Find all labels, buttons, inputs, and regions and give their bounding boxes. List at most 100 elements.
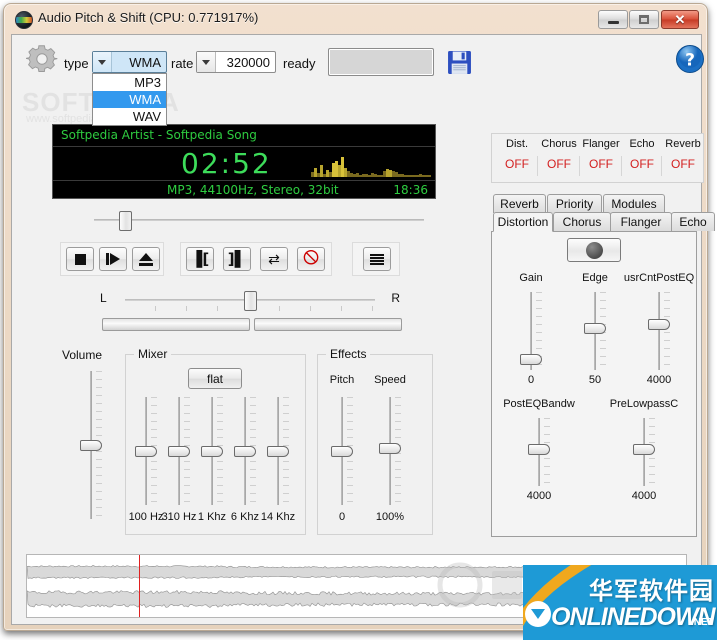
type-dropdown-list[interactable]: MP3 WMA WAV bbox=[92, 73, 167, 126]
mixer-slider-4[interactable] bbox=[266, 397, 290, 505]
mixer-slider-0-thumb[interactable] bbox=[135, 446, 157, 457]
mixer-band-label-4: 14 Khz bbox=[260, 511, 296, 523]
playlist-button[interactable] bbox=[363, 247, 391, 271]
tab-echo[interactable]: Echo bbox=[671, 212, 715, 231]
distortion-slider-1[interactable] bbox=[583, 292, 607, 370]
distortion-slider-b0-thumb[interactable] bbox=[528, 444, 550, 455]
transport-group-loop: ▐[ ]▌ ⇄ 🛇 bbox=[180, 242, 332, 276]
rate-combo[interactable]: 320000 bbox=[196, 51, 276, 73]
distortion-knob[interactable] bbox=[567, 238, 621, 262]
fx-status-echo[interactable]: Echo OFF bbox=[622, 138, 662, 171]
effects-slider-pitch-thumb[interactable] bbox=[331, 446, 353, 457]
fx-status-reverb[interactable]: Reverb OFF bbox=[662, 138, 704, 171]
app-logo-icon bbox=[15, 11, 33, 29]
mixer-slider-3[interactable] bbox=[233, 397, 257, 505]
pan-slider-thumb[interactable] bbox=[244, 291, 257, 311]
type-combo-value: WMA bbox=[129, 54, 161, 70]
volume-slider[interactable] bbox=[79, 371, 103, 519]
distortion-slider-0[interactable] bbox=[519, 292, 543, 370]
watermark-onlinedown-badge: 华军软件园 ONLINEDOWN .NET bbox=[523, 565, 717, 640]
mark-in-button[interactable]: ▐[ bbox=[186, 247, 214, 271]
effects-value-0: 0 bbox=[338, 511, 346, 523]
effects-slider-speed-thumb[interactable] bbox=[379, 443, 401, 454]
loop-button[interactable]: ⇄ bbox=[260, 247, 288, 271]
badge-tld: .NET bbox=[691, 617, 714, 628]
tab-reverb[interactable]: Reverb bbox=[493, 194, 546, 213]
distortion-slider-2-thumb[interactable] bbox=[648, 319, 670, 330]
fx-status-state: OFF bbox=[630, 157, 654, 171]
distortion-slider-1-thumb[interactable] bbox=[584, 323, 606, 334]
eject-icon bbox=[139, 252, 153, 266]
floppy-save-icon[interactable] bbox=[447, 50, 472, 75]
minimize-button[interactable] bbox=[598, 10, 628, 29]
close-button[interactable]: ✕ bbox=[661, 10, 699, 29]
chevron-down-icon[interactable] bbox=[197, 52, 216, 72]
position-slider[interactable] bbox=[94, 210, 424, 231]
type-option-wav[interactable]: WAV bbox=[93, 108, 166, 125]
distortion-slider-2[interactable] bbox=[647, 292, 671, 370]
disable-loop-button[interactable]: 🛇 bbox=[297, 247, 325, 271]
badge-chinese-text: 华军软件园 bbox=[589, 577, 714, 605]
playlist-icon bbox=[370, 253, 384, 265]
mixer-slider-3-thumb[interactable] bbox=[234, 446, 256, 457]
title-bar[interactable]: Audio Pitch & Shift (CPU: 0.771917%) ✕ bbox=[4, 4, 707, 34]
tab-flanger[interactable]: Flanger bbox=[610, 212, 672, 231]
loop-icon: ⇄ bbox=[268, 251, 280, 267]
effects-slider-pitch[interactable] bbox=[330, 397, 354, 505]
fx-status-dist[interactable]: Dist. OFF bbox=[496, 138, 538, 171]
mark-out-button[interactable]: ]▌ bbox=[223, 247, 251, 271]
type-option-wma[interactable]: WMA bbox=[93, 91, 166, 108]
mixer-slider-4-thumb[interactable] bbox=[267, 446, 289, 457]
distortion-slider-b1[interactable] bbox=[632, 418, 656, 486]
download-arrow-icon bbox=[525, 601, 551, 627]
tab-chorus[interactable]: Chorus bbox=[553, 212, 611, 231]
volume-slider-thumb[interactable] bbox=[80, 440, 102, 451]
play-pause-button[interactable] bbox=[99, 247, 127, 271]
effects-title: Effects bbox=[326, 347, 371, 361]
mixer-slider-1[interactable] bbox=[167, 397, 191, 505]
pan-left-label: L bbox=[100, 291, 107, 305]
gear-settings-icon[interactable] bbox=[26, 43, 58, 75]
mixer-title: Mixer bbox=[134, 347, 172, 361]
tab-priority[interactable]: Priority bbox=[547, 194, 602, 213]
fx-status-state: OFF bbox=[547, 157, 571, 171]
stop-button[interactable] bbox=[66, 247, 94, 271]
distortion-value-2: 4000 bbox=[646, 374, 672, 386]
maximize-button[interactable] bbox=[629, 10, 659, 29]
name-input[interactable] bbox=[328, 48, 434, 76]
position-slider-thumb[interactable] bbox=[119, 211, 132, 231]
lcd-track-title: Softpedia Artist - Softpedia Song bbox=[61, 128, 257, 142]
fx-status-flanger[interactable]: Flanger OFF bbox=[580, 138, 622, 171]
fx-status-name: Flanger bbox=[582, 138, 620, 150]
distortion-slider-b0[interactable] bbox=[527, 418, 551, 486]
distortion-slider-b1-thumb[interactable] bbox=[633, 444, 655, 455]
distortion-slider-0-thumb[interactable] bbox=[520, 354, 542, 365]
fx-status-name: Chorus bbox=[541, 138, 577, 150]
stop-icon bbox=[74, 253, 86, 265]
help-question-icon[interactable]: ? bbox=[675, 44, 705, 74]
type-label: type bbox=[64, 56, 89, 71]
mixer-slider-2[interactable] bbox=[200, 397, 224, 505]
mixer-slider-2-thumb[interactable] bbox=[201, 446, 223, 457]
flat-button[interactable]: flat bbox=[188, 368, 242, 389]
svg-text:?: ? bbox=[685, 51, 695, 71]
mixer-slider-1-thumb[interactable] bbox=[168, 446, 190, 457]
tab-distortion[interactable]: Distortion bbox=[493, 212, 553, 232]
chevron-down-icon[interactable] bbox=[93, 52, 112, 72]
pan-right-label: R bbox=[391, 291, 400, 305]
type-option-mp3[interactable]: MP3 bbox=[93, 74, 166, 91]
distortion-b-label-1: PreLowpassC bbox=[609, 398, 679, 410]
waveform-playhead[interactable] bbox=[139, 555, 140, 617]
transport-group-playback bbox=[60, 242, 164, 276]
eject-button[interactable] bbox=[132, 247, 160, 271]
type-combo[interactable]: WMA bbox=[92, 51, 167, 73]
tab-modules[interactable]: Modules bbox=[603, 194, 665, 213]
minimize-icon bbox=[607, 21, 619, 24]
fx-status-chorus[interactable]: Chorus OFF bbox=[538, 138, 580, 171]
lcd-display[interactable]: Softpedia Artist - Softpedia Song 02:52 … bbox=[52, 124, 436, 199]
pan-slider[interactable]: L R bbox=[100, 288, 400, 311]
mark-in-icon: ▐[ bbox=[190, 249, 210, 268]
mixer-slider-0[interactable] bbox=[134, 397, 158, 505]
vu-meter-left bbox=[102, 318, 250, 331]
effects-slider-speed[interactable] bbox=[378, 397, 402, 505]
